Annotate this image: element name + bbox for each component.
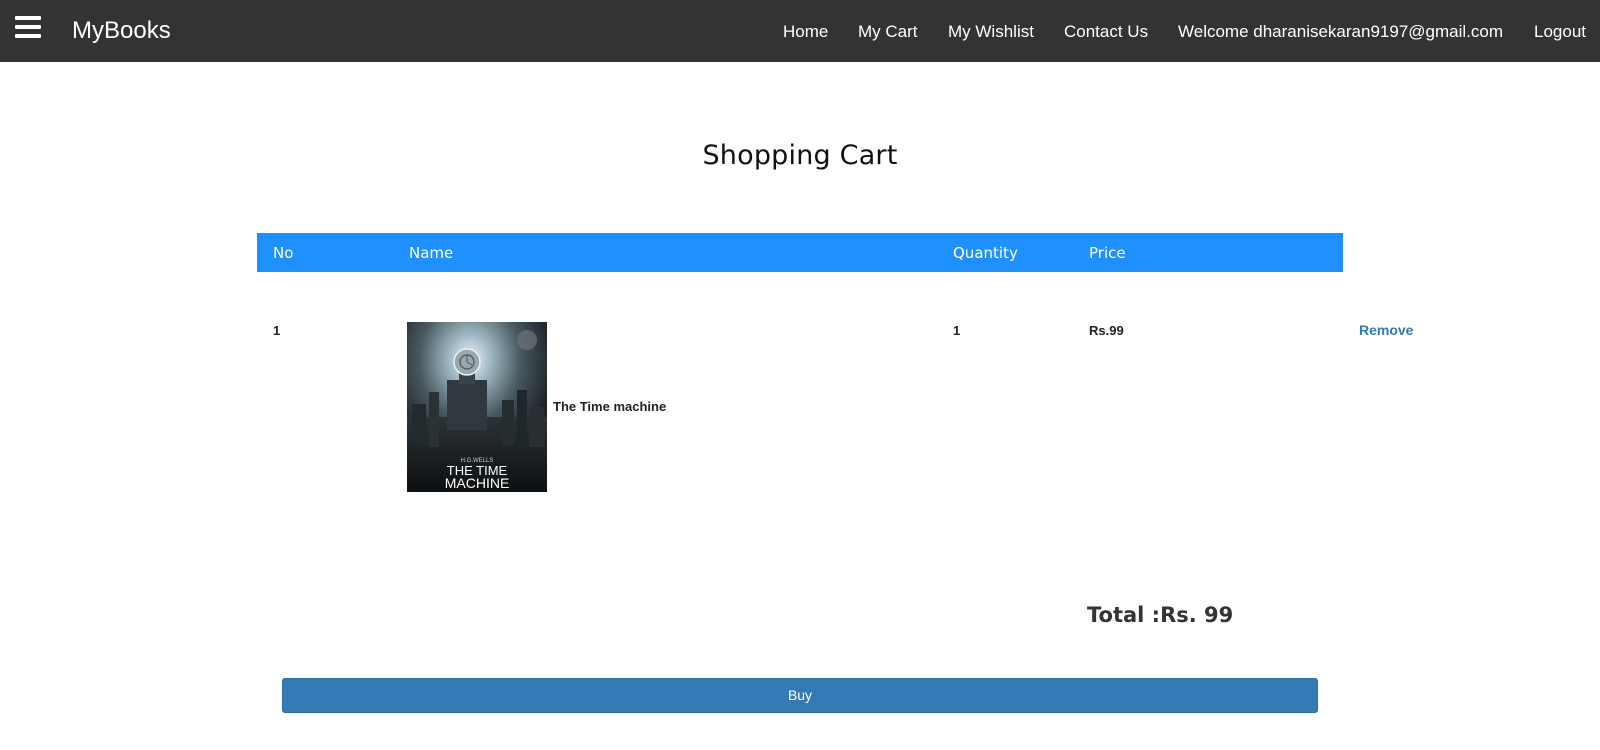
page-title: Shopping Cart — [702, 140, 898, 171]
header-price: Price — [1089, 244, 1126, 262]
brand-logo[interactable]: MyBooks — [72, 17, 171, 45]
nav-contact-us[interactable]: Contact Us — [1064, 22, 1148, 42]
hamburger-menu-icon[interactable] — [15, 16, 41, 38]
nav-home[interactable]: Home — [783, 22, 828, 42]
book-cover-image: H.G.WELLS THE TIME MACHINE — [407, 322, 547, 492]
book-title: The Time machine — [553, 399, 667, 414]
cart-total: Total :Rs. 99 — [1087, 603, 1233, 627]
header-quantity: Quantity — [953, 244, 1018, 262]
total-value: Rs. 99 — [1160, 603, 1234, 627]
cart-table-header: No Name Quantity Price — [257, 233, 1343, 272]
top-navbar: MyBooks Home My Cart My Wishlist Contact… — [0, 0, 1600, 62]
row-number: 1 — [273, 323, 281, 338]
nav-my-wishlist[interactable]: My Wishlist — [948, 22, 1034, 42]
nav-logout[interactable]: Logout — [1534, 22, 1586, 42]
row-quantity: 1 — [953, 323, 961, 338]
cover-title-line2: MACHINE — [445, 475, 510, 491]
nav-welcome-user[interactable]: Welcome dharanisekaran9197@gmail.com — [1178, 22, 1503, 42]
total-label: Total : — [1087, 603, 1161, 627]
row-price: Rs.99 — [1089, 323, 1124, 338]
header-no: No — [273, 244, 294, 262]
header-name: Name — [409, 244, 454, 262]
remove-button[interactable]: Remove — [1359, 322, 1413, 338]
nav-my-cart[interactable]: My Cart — [858, 22, 918, 42]
buy-button[interactable]: Buy — [282, 678, 1318, 713]
